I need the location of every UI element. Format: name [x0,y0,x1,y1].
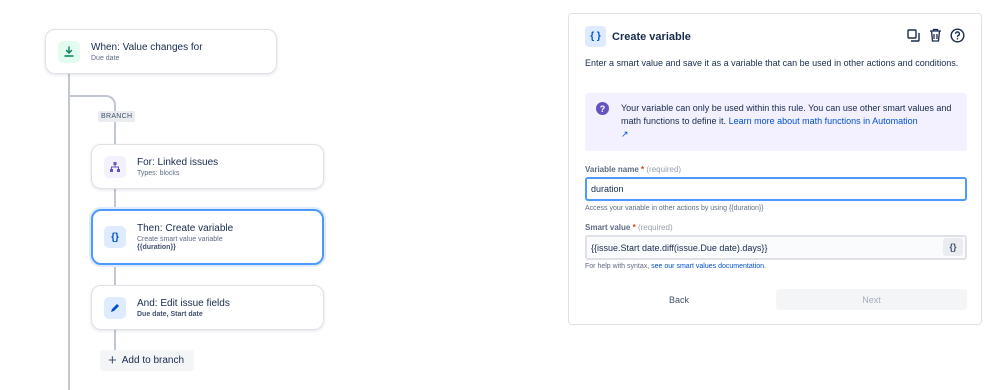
plus-icon: + [108,352,117,369]
trigger-subtitle: Due date [91,54,120,62]
help-icon[interactable] [949,27,965,43]
flow-connector-main [68,73,70,390]
create-card-variable: {{duration}} [137,244,176,251]
curly-braces-icon: { } [585,26,606,47]
panel-title: Create variable [612,30,691,43]
external-link-icon[interactable]: ↗ [621,129,629,139]
create-variable-card[interactable]: {} Then: Create variable Create smart va… [91,209,324,265]
panel-description: Enter a smart value and save it as a var… [585,58,959,68]
question-icon: ? [596,102,609,115]
smart-values-doc-link[interactable]: see our smart values documentation [651,263,764,270]
edit-card-fields: Due date, Start date [137,310,203,318]
edit-card-title: And: Edit issue fields [137,297,230,309]
create-variable-panel: { } Create variable Enter a smart value … [568,13,982,325]
curly-braces-icon: {} [104,226,126,248]
branch-card-subtitle: Types: blocks [137,169,180,177]
add-to-branch-button[interactable]: + Add to branch [100,350,194,371]
pencil-icon [104,296,126,319]
variable-name-value: duration [591,184,624,194]
info-message: ? Your variable can only be used within … [585,93,967,151]
trigger-title: When: Value changes for [91,41,203,53]
smart-value-picker-button[interactable]: {} [943,238,963,256]
add-to-branch-label: Add to branch [121,355,185,366]
variable-name-help: Access your variable in other actions by… [585,205,764,212]
back-button[interactable]: Back [585,289,773,310]
variable-name-input[interactable]: duration [585,177,967,201]
variable-name-label: Variable name * (required) [585,165,682,174]
trash-icon[interactable] [927,27,943,43]
smart-value-label: Smart value * (required) [585,223,673,232]
smart-value-help: For help with syntax, see our smart valu… [585,263,766,270]
smart-value-input[interactable]: {{issue.Start date.diff(issue.Due date).… [585,235,967,260]
smart-value-value: {{issue.Start date.diff(issue.Due date).… [591,242,768,253]
math-functions-link[interactable]: Learn more about math functions in Autom… [729,116,918,126]
edit-issue-fields-card[interactable]: And: Edit issue fields Due date, Start d… [91,285,324,330]
branch-linked-issues-card[interactable]: For: Linked issues Types: blocks [91,144,324,189]
create-card-subtitle: Create smart value variable [137,236,223,243]
next-button[interactable]: Next [776,289,967,310]
trigger-download-icon [58,40,80,63]
panel-header: { } Create variable [585,26,691,47]
trigger-card[interactable]: When: Value changes for Due date [45,29,277,74]
create-card-title: Then: Create variable [137,223,234,234]
hierarchy-icon [104,155,126,178]
duplicate-icon[interactable] [905,27,921,43]
branch-card-title: For: Linked issues [137,156,219,168]
branch-tag: BRANCH [98,111,136,122]
